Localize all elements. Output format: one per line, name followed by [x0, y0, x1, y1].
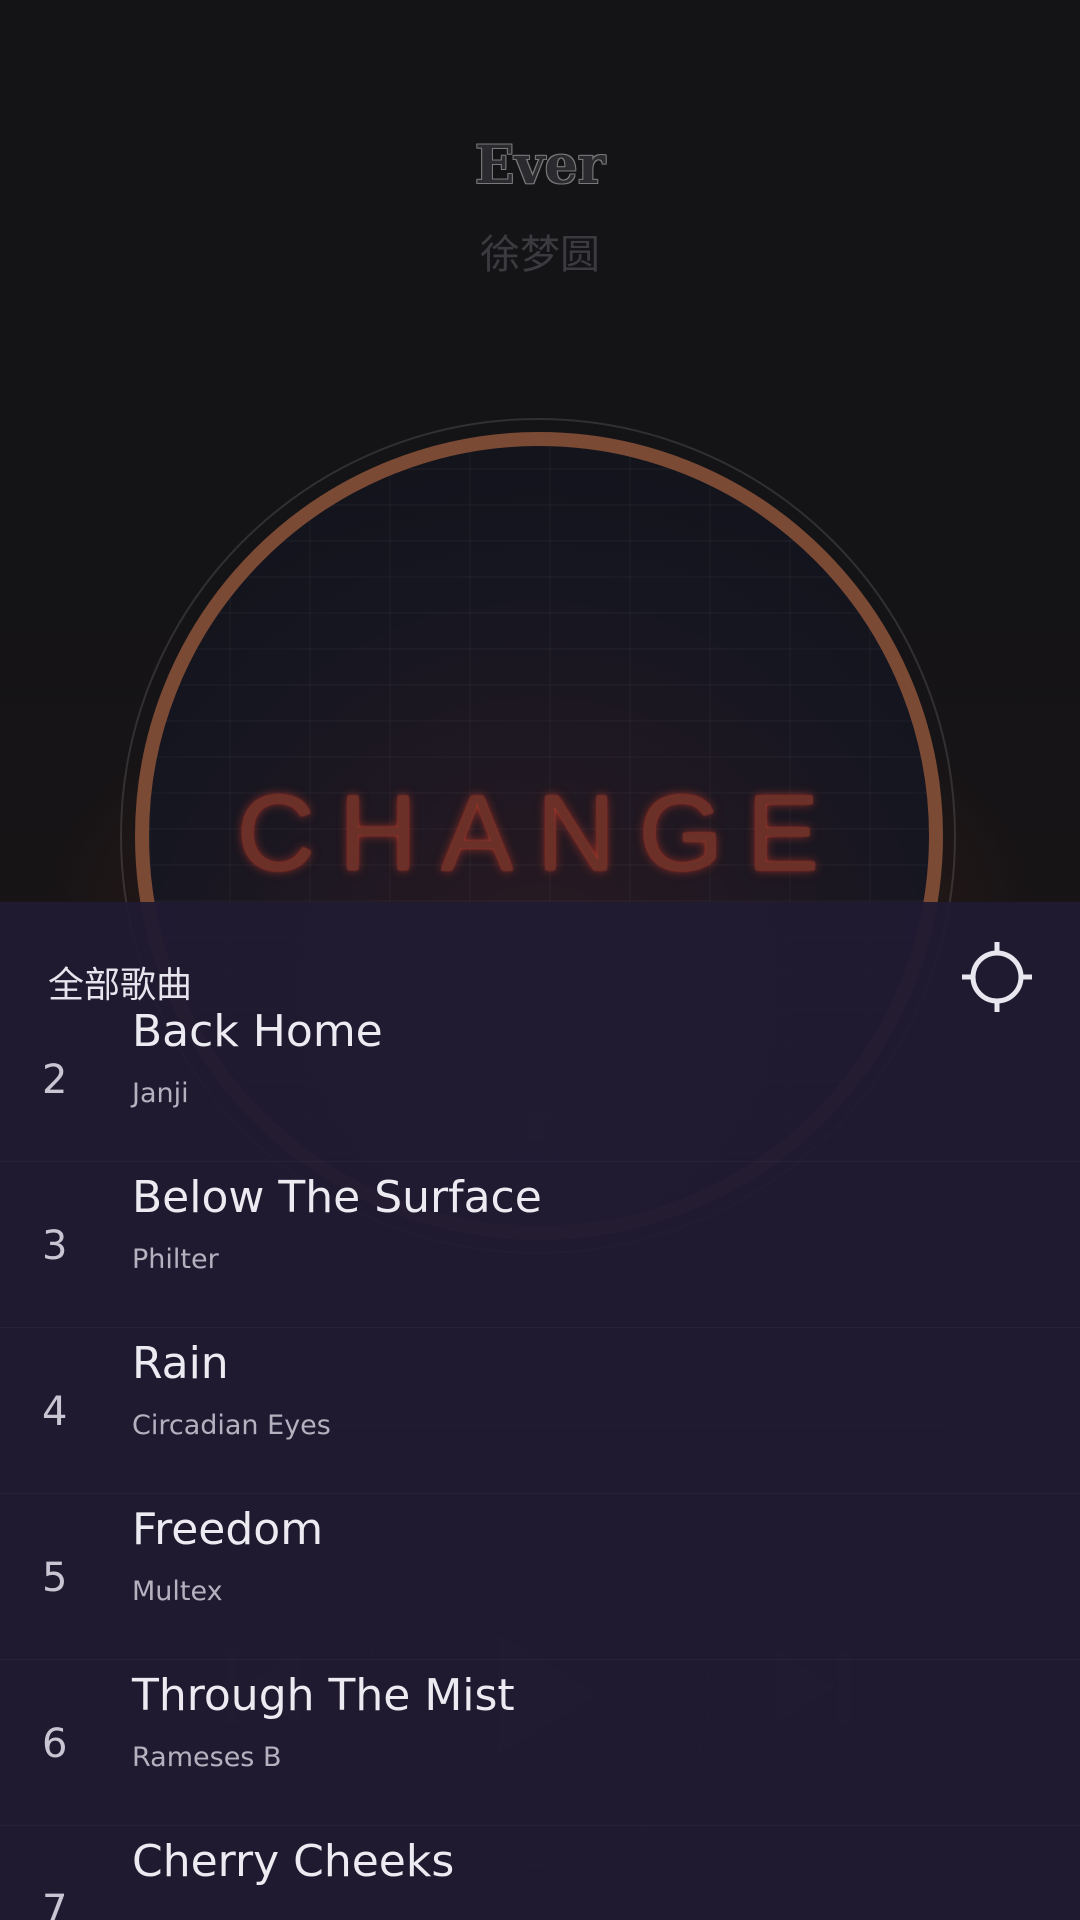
song-name: Below The Surface [132, 1172, 542, 1223]
song-row[interactable]: 6 Through The Mist Rameses B [0, 1660, 1080, 1826]
song-index: 4 [42, 1388, 68, 1435]
song-artist-name: Circadian Eyes [132, 1410, 331, 1441]
song-name: Back Home [132, 1006, 383, 1057]
playlist-sheet: 全部歌曲 2 Back Home Janji 3 Below The Surfa… [0, 902, 1080, 1920]
song-artist-name: Philter [132, 1244, 219, 1275]
song-artist-name: Janji [132, 1078, 189, 1109]
song-row[interactable]: 7 Cherry Cheeks [0, 1826, 1080, 1920]
song-row[interactable]: 4 Rain Circadian Eyes [0, 1328, 1080, 1494]
song-artist-name: Rameses B [132, 1742, 282, 1773]
song-row[interactable]: 5 Freedom Multex [0, 1494, 1080, 1660]
song-row[interactable]: 3 Below The Surface Philter [0, 1162, 1080, 1328]
song-name: Through The Mist [132, 1670, 515, 1721]
song-name: Rain [132, 1338, 229, 1389]
song-name: Cherry Cheeks [132, 1836, 455, 1887]
song-index: 3 [42, 1222, 68, 1269]
song-index: 7 [42, 1886, 68, 1920]
song-title: Ever [474, 135, 606, 196]
album-art-text: CHANGE [236, 772, 844, 893]
song-index: 6 [42, 1720, 68, 1767]
song-artist: 徐梦圆 [480, 232, 600, 278]
song-list[interactable]: 2 Back Home Janji 3 Below The Surface Ph… [0, 1006, 1080, 1920]
song-artist-name: Multex [132, 1576, 223, 1607]
song-index: 5 [42, 1554, 68, 1601]
song-name: Freedom [132, 1504, 324, 1555]
song-row[interactable]: 2 Back Home Janji [0, 996, 1080, 1162]
song-index: 2 [42, 1056, 68, 1103]
